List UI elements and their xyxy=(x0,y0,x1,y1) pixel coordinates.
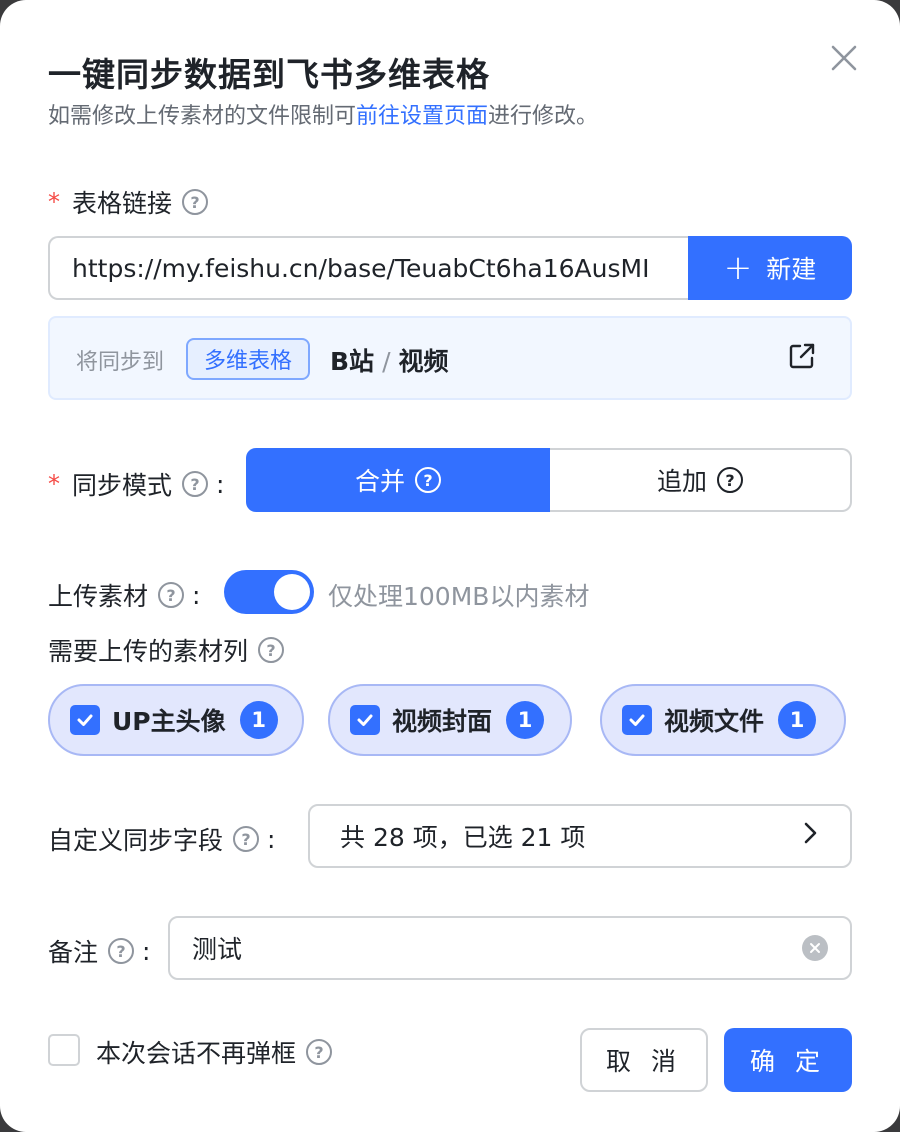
upload-hint: 仅处理100MB以内素材 xyxy=(328,582,590,611)
material-columns-label: 需要上传的素材列 ? xyxy=(48,632,285,668)
table-link-label-text: 表格链接 xyxy=(72,189,173,218)
required-mark: * xyxy=(48,188,60,216)
close-icon[interactable] xyxy=(826,40,862,76)
table-link-label: * 表格链接 ? xyxy=(48,184,209,220)
dialog-title: 一键同步数据到飞书多维表格 xyxy=(48,55,490,94)
help-icon[interactable]: ? xyxy=(717,467,743,493)
append-label: 追加 xyxy=(656,467,707,496)
clear-icon[interactable] xyxy=(802,935,828,961)
sync-target-prefix: 将同步到 xyxy=(76,350,165,375)
note-label: 备注 ? : xyxy=(48,933,150,969)
custom-fields-label: 自定义同步字段 ? : xyxy=(48,821,275,857)
help-icon[interactable]: ? xyxy=(182,471,209,497)
required-mark: * xyxy=(48,470,60,498)
material-chip-video-file[interactable]: 视频文件 1 xyxy=(600,684,846,756)
table-link-input[interactable]: https://my.feishu.cn/base/TeuabCt6ha16Au… xyxy=(48,236,692,300)
count-badge: 1 xyxy=(506,701,545,739)
sync-path-base: B站 xyxy=(330,347,375,376)
sync-target-box xyxy=(48,316,852,400)
colon: : xyxy=(216,469,225,499)
dialog-subtitle: 如需修改上传素材的文件限制可前往设置页面进行修改。 xyxy=(48,98,598,130)
table-link-value: https://my.feishu.cn/base/TeuabCt6ha16Au… xyxy=(72,253,650,283)
chip-label: 视频封面 xyxy=(392,707,493,736)
colon: : xyxy=(267,824,276,854)
help-icon[interactable]: ? xyxy=(233,826,260,852)
custom-fields-select[interactable]: 共 28 项，已选 21 项 xyxy=(308,804,852,868)
checkbox-checked-icon[interactable] xyxy=(70,705,100,735)
note-input[interactable]: 测试 xyxy=(168,916,852,980)
help-icon[interactable]: ? xyxy=(258,637,285,663)
merge-label: 合并 xyxy=(354,467,405,496)
settings-page-link[interactable]: 前往设置页面 xyxy=(356,104,488,129)
help-icon[interactable]: ? xyxy=(306,1039,333,1065)
chip-label: UP主头像 xyxy=(112,707,226,736)
help-icon[interactable]: ? xyxy=(108,938,135,964)
upload-toggle[interactable] xyxy=(224,570,314,614)
sync-mode-label: * 同步模式 ? : xyxy=(48,466,224,502)
sync-path-table: 视频 xyxy=(398,347,449,376)
sync-dialog: 一键同步数据到飞书多维表格 如需修改上传素材的文件限制可前往设置页面进行修改。 … xyxy=(0,0,900,1132)
toggle-knob xyxy=(274,574,310,610)
new-table-button[interactable]: + 新建 xyxy=(688,236,852,300)
chevron-right-icon xyxy=(800,821,820,851)
help-icon[interactable]: ? xyxy=(415,467,441,493)
material-chip-avatar[interactable]: UP主头像 1 xyxy=(48,684,304,756)
sync-path-separator: / xyxy=(382,347,391,376)
plus-icon: + xyxy=(723,248,753,288)
chip-label: 视频文件 xyxy=(664,707,765,736)
cancel-button[interactable]: 取 消 xyxy=(580,1028,708,1092)
material-columns-label-text: 需要上传的素材列 xyxy=(48,637,249,666)
count-badge: 1 xyxy=(239,701,278,739)
sync-mode-label-text: 同步模式 xyxy=(72,471,173,500)
subtitle-prefix: 如需修改上传素材的文件限制可 xyxy=(48,104,357,129)
colon: : xyxy=(142,936,151,966)
custom-fields-value: 共 28 项，已选 21 项 xyxy=(340,823,586,852)
checkbox-checked-icon[interactable] xyxy=(350,705,380,735)
custom-fields-label-text: 自定义同步字段 xyxy=(48,826,224,855)
note-label-text: 备注 xyxy=(48,938,99,967)
sync-target-tag: 多维表格 xyxy=(186,338,311,380)
external-link-icon[interactable] xyxy=(786,340,818,372)
dont-show-text: 本次会话不再弹框 xyxy=(96,1039,297,1068)
subtitle-suffix: 进行修改。 xyxy=(488,104,599,129)
material-chip-cover[interactable]: 视频封面 1 xyxy=(328,684,572,756)
dont-show-checkbox[interactable] xyxy=(48,1034,80,1066)
confirm-button[interactable]: 确 定 xyxy=(724,1028,852,1092)
new-button-label: 新建 xyxy=(766,255,817,284)
help-icon[interactable]: ? xyxy=(158,582,185,608)
sync-mode-merge-option[interactable]: 合并 ? xyxy=(246,448,550,512)
help-icon[interactable]: ? xyxy=(182,189,209,215)
note-value: 测试 xyxy=(192,935,243,964)
dont-show-label: 本次会话不再弹框 ? xyxy=(96,1034,333,1070)
upload-label: 上传素材 ? : xyxy=(48,577,200,613)
colon: : xyxy=(192,580,201,610)
upload-label-text: 上传素材 xyxy=(48,582,149,611)
count-badge: 1 xyxy=(778,701,817,739)
checkbox-checked-icon[interactable] xyxy=(622,705,652,735)
sync-target-path: B站 / 视频 xyxy=(330,342,449,378)
sync-mode-append-option[interactable]: 追加 ? xyxy=(550,448,852,512)
